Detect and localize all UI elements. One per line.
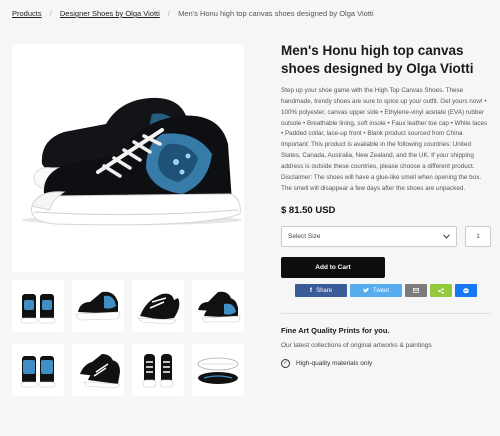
breadcrumb-current: Men's Honu high top canvas shoes designe… <box>178 9 374 18</box>
share-buttons: f Share Tweet <box>295 284 491 298</box>
divider <box>281 313 491 315</box>
breadcrumb-separator: / <box>49 9 52 18</box>
product-options: Select Size 1 <box>281 226 491 248</box>
breadcrumb: Products / Designer Shoes by Olga Viotti… <box>12 9 374 18</box>
thumbnail-top-angle[interactable] <box>132 280 184 332</box>
facebook-share-label: Share <box>316 287 333 294</box>
product-title: Men's Honu high top canvas shoes designe… <box>281 43 474 77</box>
chevron-down-icon <box>443 234 450 240</box>
add-to-cart-button[interactable]: Add to Cart <box>281 257 385 279</box>
quantity-input[interactable]: 1 <box>465 226 491 248</box>
thumbnail-gallery <box>12 280 244 396</box>
breadcrumb-link-designer-shoes[interactable]: Designer Shoes by Olga Viotti <box>60 9 160 18</box>
thumbnail-front-angle[interactable] <box>72 344 124 396</box>
main-product-image[interactable] <box>12 44 244 272</box>
thumbnail-side-angle[interactable] <box>72 280 124 332</box>
facebook-icon: f <box>309 287 313 295</box>
size-select[interactable]: Select Size <box>281 226 457 248</box>
promo-subtitle: Our latest collections of original artwo… <box>281 342 432 350</box>
thumbnail-back-low[interactable] <box>12 344 64 396</box>
feature-label: High-quality materials only <box>296 360 373 368</box>
product-info: Men's Honu high top canvas shoes designe… <box>281 42 491 369</box>
promo-title: Fine Art Quality Prints for you. <box>281 326 390 336</box>
twitter-share-label: Tweet <box>372 287 389 294</box>
thumbnail-sole-view[interactable] <box>192 344 244 396</box>
facebook-share-button[interactable]: f Share <box>295 284 347 298</box>
thumbnail-back-pair[interactable] <box>12 280 64 332</box>
product-description: Step up your shoe game with the High Top… <box>281 87 488 192</box>
envelope-icon <box>413 288 419 294</box>
twitter-share-button[interactable]: Tweet <box>350 284 402 298</box>
messenger-share-button[interactable] <box>455 284 477 298</box>
breadcrumb-link-products[interactable]: Products <box>12 9 42 18</box>
twitter-icon <box>362 288 369 293</box>
sharethis-button[interactable] <box>430 284 452 298</box>
share-icon <box>438 288 444 294</box>
size-select-value: Select Size <box>288 233 321 241</box>
thumbnail-side-pair[interactable] <box>192 280 244 332</box>
check-circle-icon: ✓ <box>281 359 290 369</box>
product-price: $ 81.50 USD <box>281 205 336 217</box>
email-share-button[interactable] <box>405 284 427 298</box>
thumbnail-front-pair[interactable] <box>132 344 184 396</box>
breadcrumb-separator: / <box>167 9 170 18</box>
feature-item: ✓ High-quality materials only <box>281 359 491 369</box>
messenger-icon <box>463 288 469 294</box>
